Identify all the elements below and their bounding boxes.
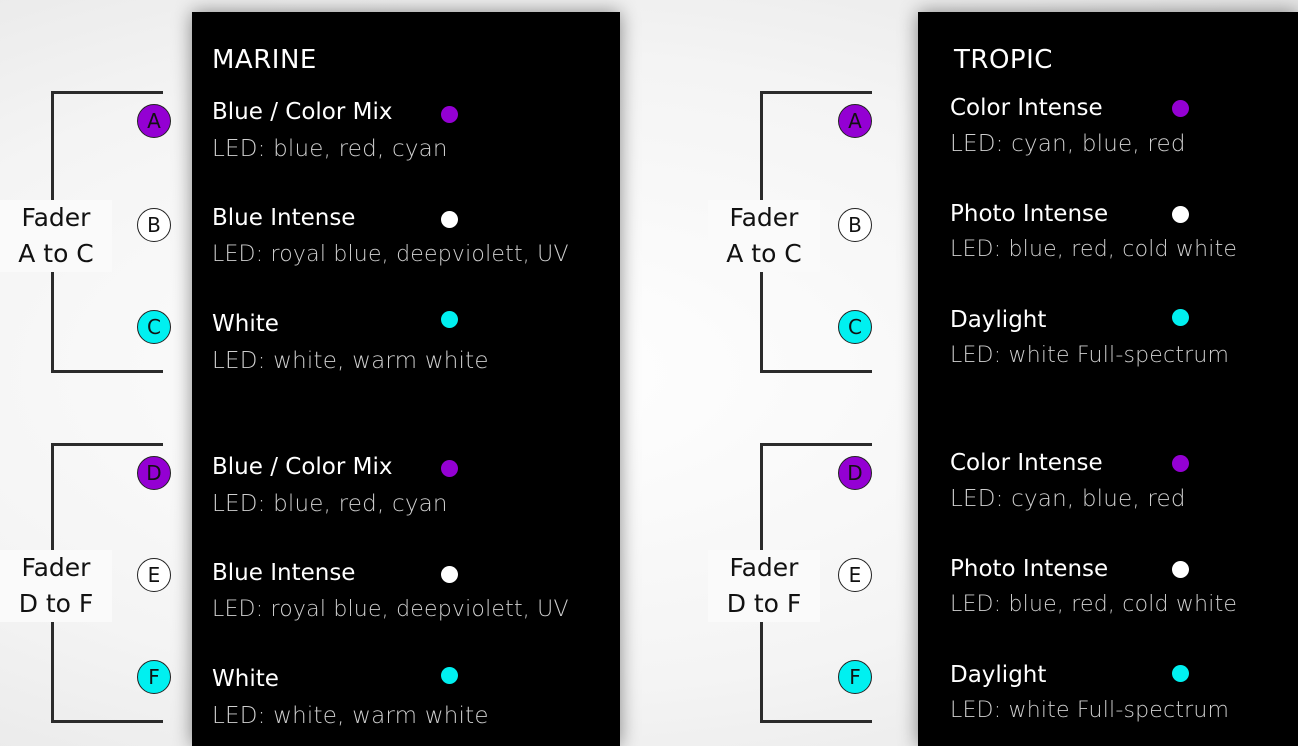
marine-channel-b-led: LED: royal blue, deepviolett, UV	[212, 242, 569, 267]
marine-channel-e-dot	[441, 566, 458, 583]
marine-channel-c-led: LED: white, warm white	[212, 348, 489, 374]
marine-badge-c: C	[137, 310, 171, 344]
marine-title: MARINE	[212, 45, 317, 75]
tropic-channel-f-led: LED: white Full-spectrum	[950, 698, 1230, 723]
tropic-bracket-2-bottom	[760, 720, 872, 723]
marine-badge-a: A	[137, 104, 171, 138]
tropic-badge-b: B	[838, 208, 872, 242]
tropic-fader-1-line2: A to C	[726, 239, 802, 268]
marine-fader-2-line2: D to F	[18, 589, 94, 618]
tropic-title: TROPIC	[954, 45, 1053, 75]
marine-bracket-2-top	[51, 443, 163, 446]
tropic-badge-e: E	[838, 558, 872, 592]
marine-channel-a-led: LED: blue, red, cyan	[212, 136, 448, 162]
tropic-bracket-2-top	[760, 443, 872, 446]
marine-channel-b-dot	[441, 211, 458, 228]
marine-channel-e-led: LED: royal blue, deepviolett, UV	[212, 597, 569, 622]
tropic-channel-c-led: LED: white Full-spectrum	[950, 343, 1230, 368]
tropic-badge-c: C	[838, 310, 872, 344]
tropic-channel-f-name: Daylight	[950, 662, 1047, 688]
tropic-fader-2-label: Fader D to F	[708, 550, 820, 622]
tropic-bracket-1-bottom	[760, 370, 872, 373]
marine-fader-2-line1: Fader	[21, 553, 91, 582]
marine-channel-b-name: Blue Intense	[212, 205, 356, 231]
tropic-channel-d-name: Color Intense	[950, 450, 1103, 476]
marine-badge-b: B	[137, 208, 171, 242]
tropic-badge-d: D	[838, 456, 872, 490]
tropic-channel-d-led: LED: cyan, blue, red	[950, 486, 1186, 512]
marine-channel-c-name: White	[212, 311, 279, 337]
marine-channel-d-name: Blue / Color Mix	[212, 454, 393, 480]
tropic-channel-b-dot	[1172, 206, 1189, 223]
tropic-channel-c-name: Daylight	[950, 307, 1047, 333]
marine-panel: MARINE Blue / Color Mix LED: blue, red, …	[192, 12, 620, 746]
tropic-bracket-1-top	[760, 91, 872, 94]
tropic-badge-a: A	[838, 104, 872, 138]
tropic-channel-b-led: LED: blue, red, cold white	[950, 237, 1238, 262]
marine-badge-f: F	[137, 660, 171, 694]
marine-bracket-1-top	[51, 91, 163, 94]
marine-fader-1-line1: Fader	[21, 203, 91, 232]
tropic-channel-b-name: Photo Intense	[950, 201, 1109, 227]
marine-channel-d-dot	[441, 460, 458, 477]
marine-bracket-1-bottom	[51, 370, 163, 373]
tropic-channel-a-dot	[1172, 100, 1189, 117]
marine-channel-d-led: LED: blue, red, cyan	[212, 491, 448, 517]
marine-fader-1-label: Fader A to C	[0, 200, 112, 272]
tropic-channel-a-led: LED: cyan, blue, red	[950, 131, 1186, 157]
tropic-channel-e-led: LED: blue, red, cold white	[950, 592, 1238, 617]
tropic-panel: TROPIC Color Intense LED: cyan, blue, re…	[918, 12, 1298, 746]
tropic-fader-2-line2: D to F	[726, 589, 802, 618]
marine-channel-f-led: LED: white, warm white	[212, 703, 489, 729]
marine-fader-1-line2: A to C	[18, 239, 94, 268]
marine-channel-a-dot	[441, 106, 458, 123]
marine-channel-c-dot	[441, 311, 458, 328]
tropic-channel-f-dot	[1172, 665, 1189, 682]
tropic-channel-e-name: Photo Intense	[950, 556, 1109, 582]
tropic-badge-f: F	[838, 660, 872, 694]
marine-fader-2-label: Fader D to F	[0, 550, 112, 622]
marine-bracket-2-bottom	[51, 720, 163, 723]
marine-badge-e: E	[137, 558, 171, 592]
marine-channel-e-name: Blue Intense	[212, 560, 356, 586]
tropic-channel-d-dot	[1172, 455, 1189, 472]
marine-channel-f-name: White	[212, 666, 279, 692]
marine-channel-f-dot	[441, 667, 458, 684]
marine-badge-d: D	[137, 456, 171, 490]
tropic-fader-2-line1: Fader	[729, 553, 799, 582]
tropic-fader-1-line1: Fader	[729, 203, 799, 232]
tropic-fader-1-label: Fader A to C	[708, 200, 820, 272]
tropic-channel-e-dot	[1172, 561, 1189, 578]
tropic-channel-a-name: Color Intense	[950, 95, 1103, 121]
tropic-channel-c-dot	[1172, 309, 1189, 326]
marine-channel-a-name: Blue / Color Mix	[212, 99, 393, 125]
